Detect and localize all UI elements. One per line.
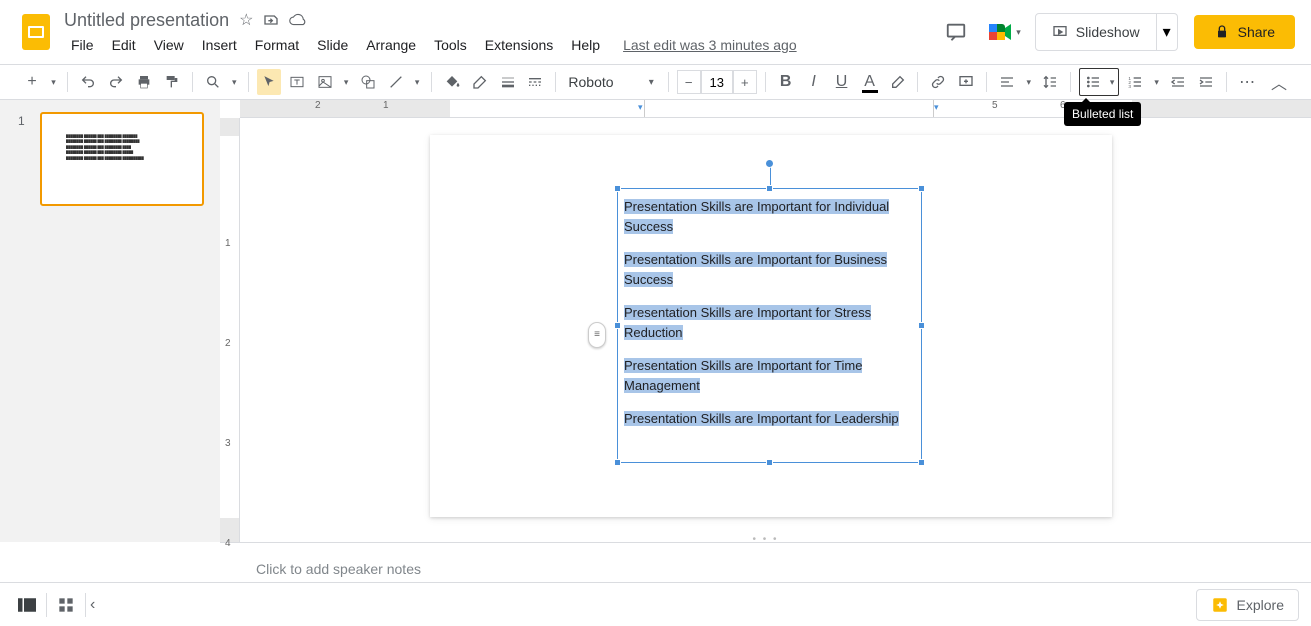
font-size-decrease[interactable]: − [677, 70, 701, 94]
bold-button[interactable]: B [774, 69, 798, 95]
menu-bar: File Edit View Insert Format Slide Arran… [64, 35, 945, 55]
resize-handle[interactable] [766, 459, 773, 466]
app-header: Untitled presentation ☆ File Edit View I… [0, 0, 1311, 64]
doc-title[interactable]: Untitled presentation [64, 10, 229, 31]
menu-arrange[interactable]: Arrange [359, 35, 423, 55]
numbered-list-dropdown[interactable]: ▾ [1151, 69, 1162, 95]
menu-help[interactable]: Help [564, 35, 607, 55]
zoom-button[interactable] [201, 69, 225, 95]
slideshow-button[interactable]: Slideshow [1035, 13, 1157, 51]
resize-handle[interactable] [766, 185, 773, 192]
undo-button[interactable] [76, 69, 100, 95]
slides-logo[interactable] [16, 12, 56, 52]
tooltip: Bulleted list [1064, 102, 1141, 126]
menu-file[interactable]: File [64, 35, 101, 55]
border-dash-button[interactable] [524, 69, 548, 95]
textbox-tool[interactable] [285, 69, 309, 95]
meet-icon[interactable]: ▾ [983, 14, 1019, 50]
border-weight-button[interactable] [496, 69, 520, 95]
resize-handle[interactable] [918, 322, 925, 329]
new-slide-dropdown[interactable]: ▾ [48, 69, 59, 95]
filmstrip-view-button[interactable] [12, 590, 42, 620]
italic-button[interactable]: I [802, 69, 826, 95]
menu-extensions[interactable]: Extensions [478, 35, 560, 55]
line-dropdown[interactable]: ▾ [412, 69, 423, 95]
collapse-toolbar-button[interactable]: ︿ [1267, 69, 1291, 95]
image-tool[interactable] [313, 69, 337, 95]
bulleted-list-button[interactable] [1080, 69, 1106, 95]
text-color-button[interactable]: A [858, 69, 882, 95]
resize-handle[interactable] [918, 185, 925, 192]
border-color-button[interactable] [468, 69, 492, 95]
zoom-dropdown[interactable]: ▾ [229, 69, 240, 95]
horizontal-ruler: 2 1 1 2 3 4 5 6 ▾ ▾ [240, 100, 1311, 118]
highlight-button[interactable] [886, 69, 910, 95]
textbox-selected[interactable]: ≡ Presentation Skills are Important for … [617, 188, 922, 463]
menu-tools[interactable]: Tools [427, 35, 474, 55]
redo-button[interactable] [104, 69, 128, 95]
menu-format[interactable]: Format [248, 35, 306, 55]
textbox-content[interactable]: Presentation Skills are Important for In… [618, 189, 921, 437]
cloud-icon[interactable] [289, 13, 307, 27]
menu-insert[interactable]: Insert [195, 35, 244, 55]
notes-splitter[interactable]: • • • [220, 536, 1311, 542]
print-button[interactable] [132, 69, 156, 95]
toolbar: + ▾ ▾ ▾ ▾ Roboto ▾ − + B I U A ▾ ▾ 123 ▾… [0, 64, 1311, 100]
slide-panel[interactable]: 1 ████████ ██████ ███ ████████ ███████ █… [0, 100, 220, 542]
last-edit-link[interactable]: Last edit was 3 minutes ago [623, 37, 797, 53]
slide-canvas[interactable]: ≡ Presentation Skills are Important for … [430, 135, 1112, 517]
resize-handle[interactable] [614, 185, 621, 192]
comments-icon[interactable] [945, 21, 967, 43]
resize-handle[interactable] [614, 322, 621, 329]
align-dropdown[interactable]: ▾ [1023, 69, 1034, 95]
select-tool[interactable] [257, 69, 281, 95]
font-family-dropdown[interactable]: ▾ [643, 77, 660, 88]
bulleted-list-dropdown[interactable]: ▾ [1106, 69, 1118, 95]
new-slide-button[interactable]: + [20, 69, 44, 95]
slide-number: 1 [18, 114, 25, 128]
numbered-list-button[interactable]: 123 [1123, 69, 1147, 95]
shape-tool[interactable] [356, 69, 380, 95]
fill-color-button[interactable] [440, 69, 464, 95]
rotate-handle[interactable] [765, 159, 774, 168]
slide-thumbnail[interactable]: ████████ ██████ ███ ████████ ███████ ███… [40, 112, 204, 206]
slideshow-dropdown[interactable]: ▾ [1157, 13, 1178, 51]
menu-slide[interactable]: Slide [310, 35, 355, 55]
image-dropdown[interactable]: ▾ [341, 69, 352, 95]
star-icon[interactable]: ☆ [239, 10, 253, 30]
line-tool[interactable] [384, 69, 408, 95]
share-button[interactable]: Share [1194, 15, 1295, 49]
collapse-panel-button[interactable]: ‹ [90, 596, 95, 614]
svg-text:3: 3 [1129, 84, 1132, 89]
doc-info: Untitled presentation ☆ File Edit View I… [64, 10, 945, 55]
decrease-indent-button[interactable] [1166, 69, 1190, 95]
menu-view[interactable]: View [147, 35, 191, 55]
autofit-handle[interactable]: ≡ [588, 322, 606, 348]
insert-link-button[interactable] [926, 69, 950, 95]
grid-view-button[interactable] [51, 590, 81, 620]
align-button[interactable] [995, 69, 1019, 95]
notes-placeholder: Click to add speaker notes [256, 561, 421, 577]
canvas-area[interactable]: 2 1 1 2 3 4 5 6 ▾ ▾ 1 2 3 4 [220, 100, 1311, 542]
line-spacing-button[interactable] [1038, 69, 1062, 95]
underline-button[interactable]: U [830, 69, 854, 95]
insert-comment-button[interactable] [954, 69, 978, 95]
font-size-increase[interactable]: + [733, 70, 757, 94]
vertical-ruler: 1 2 3 4 [220, 118, 240, 542]
paint-format-button[interactable] [160, 69, 184, 95]
main-area: 1 ████████ ██████ ███ ████████ ███████ █… [0, 100, 1311, 542]
explore-button[interactable]: Explore [1196, 589, 1299, 621]
footer-bar: ‹ Explore [0, 582, 1311, 626]
header-actions: ▾ Slideshow ▾ Share [945, 13, 1295, 51]
menu-edit[interactable]: Edit [105, 35, 143, 55]
move-icon[interactable] [263, 12, 279, 28]
resize-handle[interactable] [918, 459, 925, 466]
font-size-input[interactable] [701, 70, 733, 94]
font-family-select[interactable]: Roboto [564, 70, 638, 94]
increase-indent-button[interactable] [1194, 69, 1218, 95]
more-tools-button[interactable]: ⋯ [1235, 69, 1259, 95]
resize-handle[interactable] [614, 459, 621, 466]
